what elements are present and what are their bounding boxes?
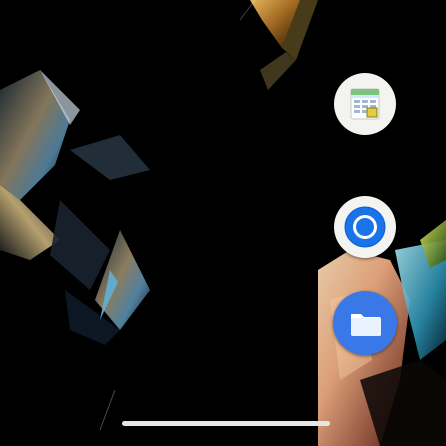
gesture-nav-handle[interactable]: [122, 421, 330, 426]
files-app-icon[interactable]: [333, 291, 397, 355]
chrome-icon[interactable]: [334, 196, 396, 258]
spreadsheet-app-icon[interactable]: [334, 73, 396, 135]
folder-icon: [351, 314, 381, 336]
spreadsheet-glyph-icon: [350, 88, 380, 120]
chrome-glyph-icon: [344, 206, 386, 248]
home-screen: [0, 0, 446, 446]
